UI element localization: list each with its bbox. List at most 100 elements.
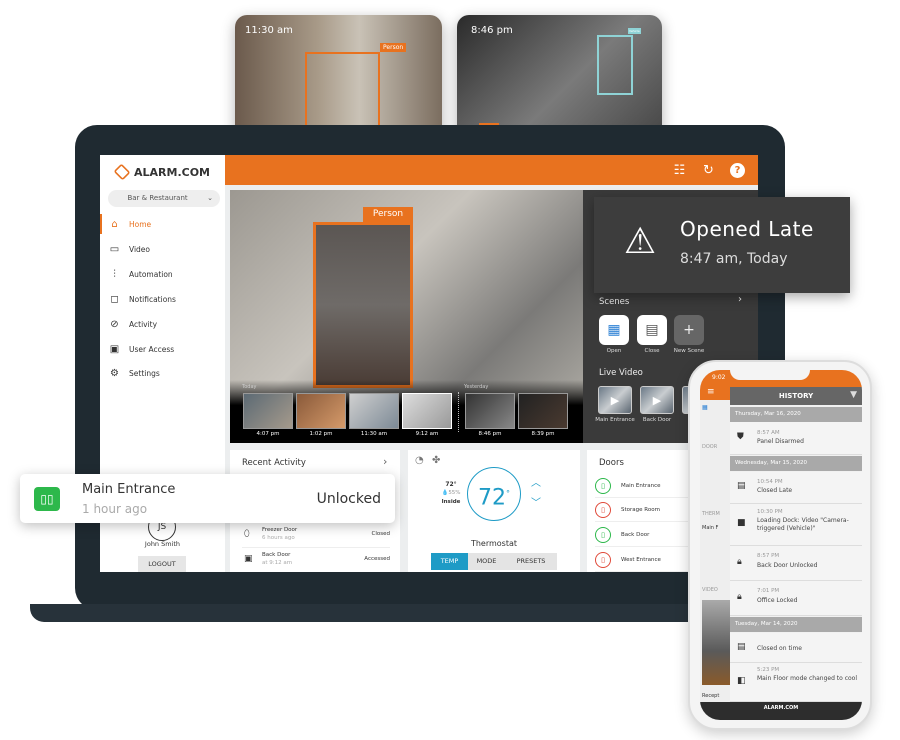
help-icon[interactable]: ? — [730, 163, 745, 178]
activity-status: Accessed — [364, 556, 390, 562]
clip-thumbnail[interactable] — [518, 393, 568, 429]
sliders-icon[interactable]: ☷ — [672, 163, 687, 178]
sidebar-item-user-access[interactable]: ▣ User Access — [100, 339, 225, 359]
history-row[interactable]: 🔒︎ 8:57 PM Back Door Unlocked — [730, 546, 862, 581]
chevron-right-icon[interactable]: › — [383, 455, 387, 468]
history-row[interactable]: ▤ 10:54 PM Closed Late — [730, 472, 862, 504]
activity-name: Back Door — [262, 552, 291, 558]
clip-time: 9:12 am — [415, 431, 439, 437]
phone-screen: 9:02 ≡ ▦ DOOR THERM Main F VIDEO Recept … — [700, 370, 862, 720]
clip-thumbnail[interactable] — [402, 393, 452, 429]
activity-row[interactable]: ▣ Back Door at 9:12 am Accessed — [242, 547, 390, 571]
fan-icon[interactable]: ✤ — [432, 455, 440, 466]
tab-mode[interactable]: MODE — [468, 553, 505, 570]
yesterday-label: Yesterday — [464, 384, 489, 390]
today-label: Today — [242, 384, 257, 390]
opened-late-alert[interactable]: ⚠ Opened Late 8:47 am, Today — [594, 197, 850, 293]
door-time: 1 hour ago — [82, 502, 148, 516]
chevron-down-icon: ⌄ — [207, 194, 213, 202]
sidebar-item-home[interactable]: ⌂ Home — [100, 214, 225, 234]
sidebar-item-automation[interactable]: ⫶ Automation — [100, 264, 225, 284]
vehicle-detection-box — [597, 35, 633, 95]
person-detection-box — [313, 222, 413, 388]
sidebar-item-settings[interactable]: ⚙ Settings — [100, 363, 225, 383]
gear-icon: ⚙ — [110, 367, 119, 379]
history-row[interactable]: 🔒︎ 7:01 PM Office Locked — [730, 581, 862, 616]
bg-label: VIDEO — [702, 587, 718, 593]
camera-time: 11:30 am — [245, 25, 293, 36]
increase-temp-button[interactable]: ︿ — [531, 474, 541, 489]
logout-button[interactable]: LOGOUT — [138, 556, 186, 572]
door-status-toast[interactable]: ▯▯ Main Entrance 1 hour ago Unlocked — [20, 474, 395, 523]
video-camera-icon: ■ — [737, 518, 746, 528]
sidebar-item-notifications[interactable]: ◻ Notifications — [100, 289, 225, 309]
sensor-icon: ⬯ — [244, 529, 250, 539]
clip-thumbnail[interactable] — [349, 393, 399, 429]
video-thumbnail[interactable] — [702, 600, 730, 685]
clip-thumbnail[interactable] — [243, 393, 293, 429]
clip-time: 4:07 pm — [256, 431, 280, 437]
filter-icon[interactable]: ▼ — [850, 390, 857, 400]
phone-footer-logo: ALARM.COM — [700, 702, 862, 720]
sidebar-item-activity[interactable]: ⊘ Activity — [100, 314, 225, 334]
chevron-right-icon[interactable]: › — [738, 294, 742, 305]
day-header: Thursday, Mar 16, 2020 — [730, 407, 862, 422]
door-name: Main Entrance — [82, 482, 176, 497]
user-name: John Smith — [144, 540, 181, 548]
activity-icon: ⊘ — [110, 318, 119, 330]
clip-thumbnail[interactable] — [296, 393, 346, 429]
location-dropdown[interactable]: Bar & Restaurant ⌄ — [108, 190, 220, 207]
activity-time: at 9:12 am — [262, 560, 293, 566]
doors-title: Doors — [599, 458, 624, 468]
sliders-icon: ⫶ — [113, 268, 116, 280]
clip-thumbnail[interactable] — [465, 393, 515, 429]
scene-open-button[interactable]: ▦ — [599, 315, 629, 345]
alert-title: Opened Late — [680, 217, 814, 241]
tab-presets[interactable]: PRESETS — [505, 553, 557, 570]
live-video-back-door[interactable]: ▶ — [640, 386, 674, 414]
tab-temp[interactable]: TEMP — [431, 553, 468, 570]
history-row[interactable]: ◧ 5:23 PM Main Floor mode changed to cool — [730, 663, 862, 702]
notification-icon: ◻ — [110, 293, 119, 305]
inside-temp: 72° — [445, 481, 457, 488]
door-unlocked-icon: ▯▯ — [34, 487, 60, 511]
clip-time: 1:02 pm — [309, 431, 333, 437]
store-icon: ▦ — [702, 404, 708, 411]
refresh-icon[interactable]: ↻ — [701, 163, 716, 178]
door-locked-icon: ▯ — [595, 551, 611, 568]
activity-row[interactable]: ⬯ Freezer Door 6 hours ago Closed — [242, 522, 390, 546]
video-icon: ▭ — [109, 243, 120, 255]
clip-time: 11:30 am — [360, 431, 388, 437]
main-video-player[interactable]: Person Today Yesterday 4:07 pm 1:02 pm 1… — [230, 190, 583, 443]
new-scene-button[interactable]: + — [674, 315, 704, 345]
thermostat-tabs: TEMP MODE PRESETS — [431, 553, 557, 570]
history-title: HISTORY — [730, 387, 862, 405]
schedule-icon[interactable]: ◔ — [415, 455, 424, 466]
scenes-title: Scenes — [599, 297, 630, 307]
alert-time: 8:47 am, Today — [680, 251, 788, 267]
decrease-temp-button[interactable]: ﹀ — [531, 494, 541, 509]
day-header: Tuesday, Mar 14, 2020 — [730, 617, 862, 632]
sidebar-item-video[interactable]: ▭ Video — [100, 239, 225, 259]
user-access-icon: ▣ — [109, 343, 120, 355]
setpoint-dial[interactable]: 72° — [467, 467, 521, 521]
shield-icon: ⛊ — [737, 432, 744, 442]
history-row[interactable]: ■ 10:30 PM Loading Dock: Video "Camera-tri… — [730, 504, 862, 546]
day-divider — [458, 392, 459, 432]
live-video-main-entrance[interactable]: ▶ — [598, 386, 632, 414]
door-unlocked-icon: ▯ — [595, 526, 611, 543]
lock-icon: 🔒︎ — [737, 592, 742, 602]
store-alert-icon: ⚠ — [623, 221, 657, 262]
detection-label: Person — [380, 43, 407, 52]
store-alert-icon: ▤ — [737, 481, 746, 491]
history-row[interactable]: ▤ Closed on time — [730, 633, 862, 663]
phone-notch — [730, 370, 810, 380]
inside-label: Inside — [441, 499, 461, 505]
scene-label: New Scene — [673, 348, 705, 354]
thermostat-icon: ◧ — [737, 676, 746, 686]
lock-icon: 🔒︎ — [737, 557, 742, 567]
thermostat-card: ◔ ✤ 72° 💧55% Inside 72° ︿ ﹀ Thermostat T… — [408, 450, 580, 572]
menu-icon[interactable]: ≡ — [707, 387, 715, 397]
history-row[interactable]: ⛊ 8:57 AM Panel Disarmed — [730, 422, 862, 455]
scene-close-button[interactable]: ▤ — [637, 315, 667, 345]
